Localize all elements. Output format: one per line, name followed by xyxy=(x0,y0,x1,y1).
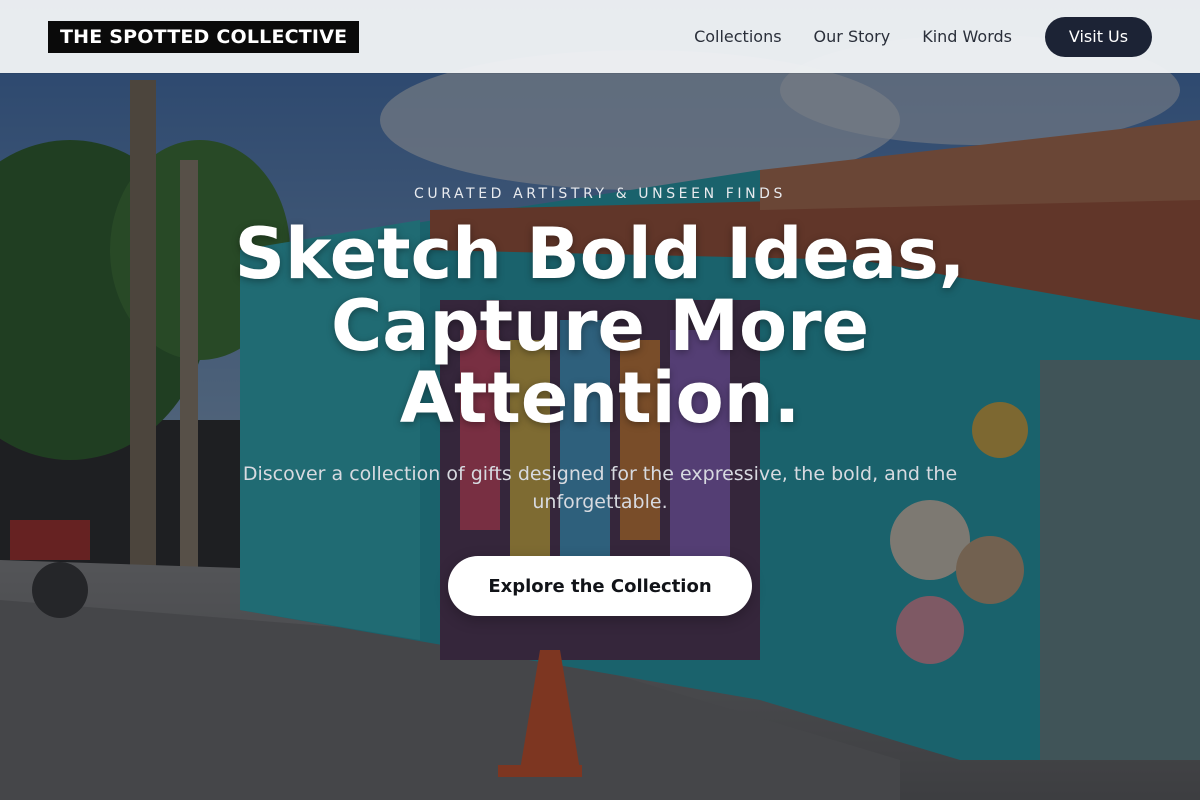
primary-nav: Collections Our Story Kind Words Visit U… xyxy=(694,16,1152,57)
explore-collection-button[interactable]: Explore the Collection xyxy=(448,556,752,616)
hero-subheadline: Discover a collection of gifts designed … xyxy=(242,463,958,513)
hero-eyebrow: CURATED ARTISTRY & UNSEEN FINDS xyxy=(413,186,787,202)
visit-us-button[interactable]: Visit Us xyxy=(1045,16,1152,57)
hero-content: CURATED ARTISTRY & UNSEEN FINDS Sketch B… xyxy=(0,0,1200,800)
brand-logo[interactable]: THE SPOTTED COLLECTIVE xyxy=(48,20,360,53)
top-navbar: THE SPOTTED COLLECTIVE Collections Our S… xyxy=(0,0,1200,73)
hero-headline: Sketch Bold Ideas, Capture More Attentio… xyxy=(234,213,966,439)
nav-link-collections[interactable]: Collections xyxy=(694,27,781,46)
nav-link-kind-words[interactable]: Kind Words xyxy=(922,27,1012,46)
nav-link-our-story[interactable]: Our Story xyxy=(814,27,891,46)
